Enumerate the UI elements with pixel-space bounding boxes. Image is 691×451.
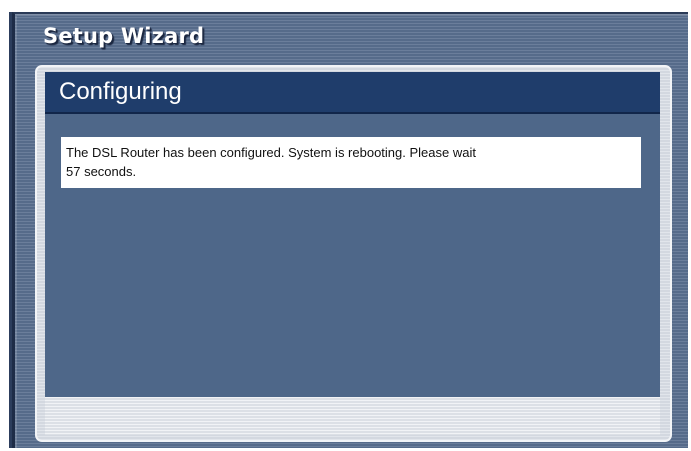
panel-title: Configuring (59, 78, 182, 105)
setup-wizard-window: Setup Wizard Configuring The DSL Router … (12, 12, 688, 448)
panel-footer (45, 397, 660, 435)
status-message-countdown: 57 seconds. (66, 164, 137, 179)
panel-body: The DSL Router has been configured. Syst… (45, 114, 660, 397)
status-message-box: The DSL Router has been configured. Syst… (61, 137, 641, 188)
page: Setup Wizard Configuring The DSL Router … (0, 0, 691, 451)
window-edge (0, 12, 12, 448)
wizard-title: Setup Wizard (43, 24, 205, 48)
configuring-panel: Configuring The DSL Router has been conf… (35, 65, 672, 442)
status-message-line-1: The DSL Router has been configured. Syst… (66, 145, 476, 160)
panel-header: Configuring (45, 72, 660, 114)
